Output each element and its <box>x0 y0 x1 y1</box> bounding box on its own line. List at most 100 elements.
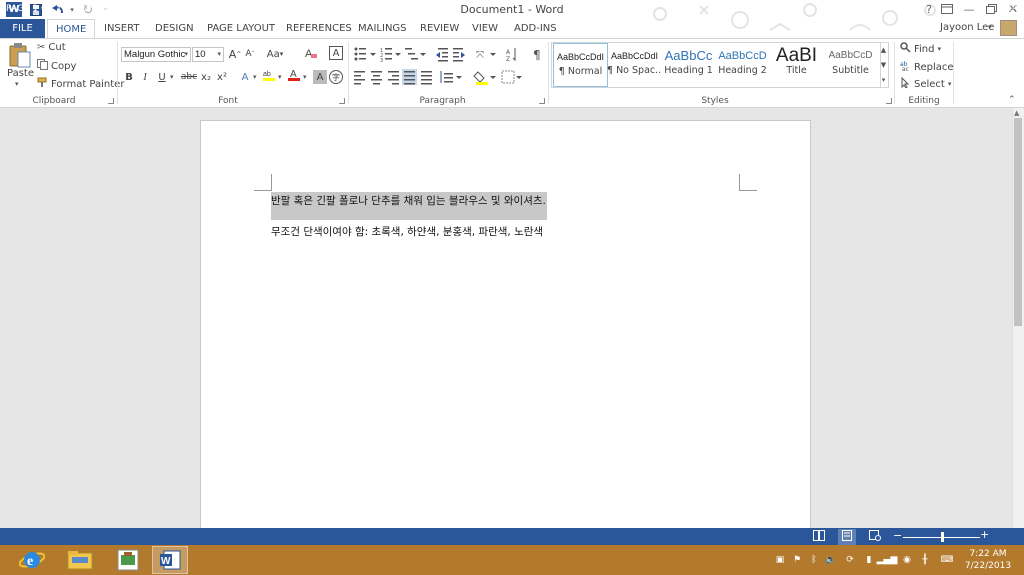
font-color-icon[interactable]: A <box>287 68 301 82</box>
find-button[interactable]: Find ▾ <box>900 42 941 56</box>
print-layout-icon[interactable] <box>838 529 856 545</box>
tray-update-icon[interactable]: ⟳ <box>845 555 855 565</box>
tab-page-layout[interactable]: PAGE LAYOUT <box>207 23 275 34</box>
tab-design[interactable]: DESIGN <box>155 23 194 34</box>
shrink-font-icon[interactable]: Aˇ <box>243 47 257 61</box>
text-effects-dropdown-icon[interactable]: ▾ <box>253 73 257 81</box>
web-layout-icon[interactable] <box>869 530 881 544</box>
zoom-level[interactable]: 100% <box>997 4 1023 14</box>
style-heading-1[interactable]: AaBbCc Heading 1 <box>661 43 716 87</box>
store-app-icon[interactable] <box>110 546 146 574</box>
internet-explorer-icon[interactable]: e <box>14 546 50 574</box>
replace-icon: ab ac <box>900 60 911 74</box>
cut-button[interactable]: ✂ Cut <box>37 42 66 53</box>
language-indicator[interactable]: JAPANESE <box>172 4 215 14</box>
ribbon-display-options-icon[interactable] <box>936 0 958 18</box>
avatar[interactable] <box>1000 20 1017 36</box>
proofing-icon[interactable] <box>148 4 159 17</box>
text-effects-icon[interactable]: A <box>238 70 252 84</box>
tab-add-ins[interactable]: ADD-INS <box>514 23 557 34</box>
style-name: Subtitle <box>832 65 869 76</box>
clipboard-launcher-icon[interactable] <box>108 98 114 104</box>
styles-launcher-icon[interactable] <box>886 98 892 104</box>
styles-gallery-scroll[interactable]: ▲ ▼ ▾ <box>879 42 889 88</box>
enclose-characters-icon[interactable]: 字 <box>329 70 343 84</box>
document-text[interactable]: 무조건 단색이여야 함: 초록색, 하얀색, 분홍색, 파란색, 노란색 <box>271 224 543 239</box>
tab-view[interactable]: VIEW <box>472 23 498 34</box>
tray-bluetooth-icon[interactable]: ᛒ <box>809 555 819 565</box>
read-mode-icon[interactable] <box>813 530 825 544</box>
font-size-combo[interactable]: 10 ▾ <box>192 47 224 62</box>
underline-dropdown-icon[interactable]: ▾ <box>170 73 174 81</box>
paste-button[interactable]: Paste <box>7 68 34 79</box>
page-count[interactable]: PAGE 1 OF 1 <box>6 4 62 14</box>
group-divider <box>953 42 954 104</box>
character-border-icon[interactable]: A <box>329 46 343 60</box>
tray-flag-icon[interactable]: ⚑ <box>792 555 802 565</box>
font-launcher-icon[interactable] <box>339 98 345 104</box>
word-taskbar-icon[interactable]: W <box>152 546 188 574</box>
margin-crop-mark <box>740 190 757 191</box>
user-dropdown-icon[interactable]: ▾ <box>988 23 992 31</box>
select-button[interactable]: Select ▾ <box>900 76 951 91</box>
zoom-slider-thumb[interactable] <box>940 532 944 542</box>
file-explorer-icon[interactable] <box>62 546 98 574</box>
grow-font-icon[interactable]: A ^ <box>228 47 242 61</box>
minimize-icon[interactable]: — <box>958 0 980 18</box>
collapse-ribbon-icon[interactable]: ⌃ <box>1008 95 1016 105</box>
tab-file[interactable]: FILE <box>0 19 45 38</box>
document-page[interactable] <box>200 120 811 540</box>
tab-review[interactable]: REVIEW <box>420 23 459 34</box>
tab-mailings[interactable]: MAILINGS <box>358 23 407 34</box>
document-text-selected[interactable]: 반팔 혹은 긴팔 폴로나 단추를 채워 입는 블라우스 및 와이셔츠. <box>271 192 547 220</box>
tab-references[interactable]: REFERENCES <box>286 23 352 34</box>
paste-icon[interactable] <box>8 42 32 68</box>
paste-dropdown-icon[interactable]: ▾ <box>15 80 19 88</box>
scrollbar-thumb[interactable] <box>1014 118 1022 326</box>
font-name-combo[interactable]: Malgun Gothic ▾ <box>121 47 191 62</box>
clear-formatting-icon[interactable]: A <box>304 46 318 60</box>
font-color-dropdown-icon[interactable]: ▾ <box>303 73 307 81</box>
tray-ime-icon[interactable]: ╂ <box>920 555 930 565</box>
copy-button[interactable]: Copy <box>37 59 76 73</box>
replace-button[interactable]: ab ac Replace <box>900 60 954 74</box>
scroll-up-icon[interactable]: ▲ <box>881 46 886 54</box>
more-styles-icon[interactable]: ▾ <box>882 76 886 84</box>
tab-insert[interactable]: INSERT <box>104 23 139 34</box>
copy-icon <box>37 59 48 73</box>
change-case-button[interactable]: Aa ▾ <box>264 47 286 61</box>
zoom-in-button[interactable]: + <box>980 528 989 541</box>
styles-group-label: Styles <box>701 96 729 106</box>
strikethrough-button[interactable]: abc <box>180 70 198 84</box>
highlight-icon[interactable]: ab <box>262 68 276 82</box>
tray-language-icon[interactable]: ▣ <box>775 555 785 565</box>
italic-button[interactable]: I <box>138 70 152 84</box>
bold-button[interactable]: B <box>122 70 136 84</box>
tray-security-icon[interactable]: ◉ <box>902 555 912 565</box>
paragraph-launcher-icon[interactable] <box>539 98 545 104</box>
tray-battery-icon[interactable]: ▮ <box>864 555 874 565</box>
tab-home[interactable]: HOME <box>47 19 96 39</box>
style-title[interactable]: AaBI Title <box>769 43 824 87</box>
tray-keyboard-icon[interactable]: ⌨ <box>941 555 954 565</box>
style-normal[interactable]: AaBbCcDdI ¶ Normal <box>553 43 608 87</box>
change-case-label: Aa <box>266 48 280 60</box>
subscript-button[interactable]: x₂ <box>199 70 213 84</box>
style-heading-2[interactable]: AaBbCcD Heading 2 <box>715 43 770 87</box>
style-no-spacing[interactable]: AaBbCcDdI ¶ No Spac... <box>607 43 662 87</box>
tray-volume-icon[interactable]: 🔈 <box>825 555 836 565</box>
format-painter-button[interactable]: Format Painter <box>37 77 124 91</box>
highlight-dropdown-icon[interactable]: ▾ <box>278 73 282 81</box>
scroll-down-icon[interactable]: ▼ <box>881 61 886 69</box>
user-name[interactable]: Jayoon Lee <box>940 22 994 33</box>
zoom-out-button[interactable]: − <box>893 529 902 542</box>
superscript-button[interactable]: x² <box>215 70 229 84</box>
tray-network-icon[interactable]: ▂▄▆ <box>877 555 898 565</box>
underline-button[interactable]: U <box>155 70 169 84</box>
character-shading-icon[interactable]: A <box>313 70 327 84</box>
scroll-up-arrow-icon[interactable]: ▲ <box>1014 109 1019 117</box>
word-count[interactable]: 25 OF 55 WORDS <box>67 4 146 14</box>
style-subtitle[interactable]: AaBbCcD Subtitle <box>823 43 878 87</box>
svg-text:Z: Z <box>506 56 510 62</box>
taskbar-clock[interactable]: 7:22 AM 7/22/2013 <box>960 548 1016 572</box>
